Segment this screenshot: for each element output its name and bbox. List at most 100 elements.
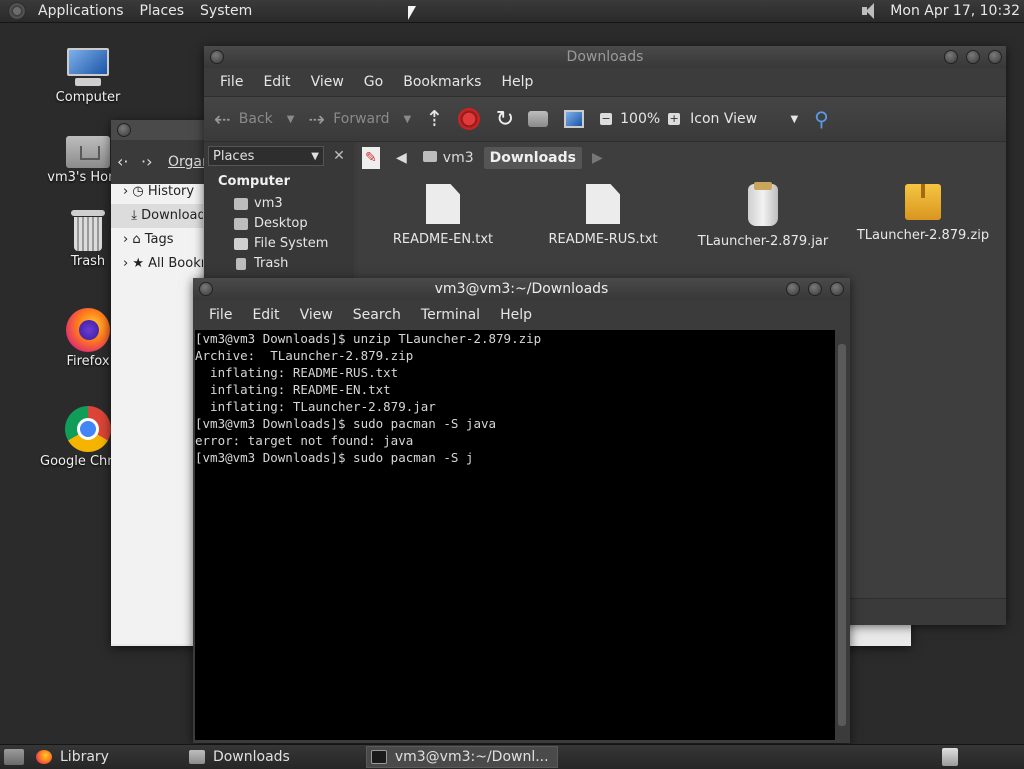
sidebar-item-file-system[interactable]: File System bbox=[234, 234, 328, 254]
up-button[interactable]: ⇡ bbox=[425, 107, 443, 132]
menu-view[interactable]: View bbox=[290, 307, 343, 323]
dropdown-arrow-icon[interactable]: ▼ bbox=[404, 114, 412, 125]
window-menu-icon[interactable] bbox=[210, 50, 224, 64]
folder-icon bbox=[188, 750, 205, 764]
terminal-scrollbar[interactable] bbox=[835, 330, 849, 740]
terminal-line: Archive: TLauncher-2.879.zip bbox=[195, 348, 414, 363]
chevron-right-icon[interactable]: › bbox=[123, 256, 128, 271]
desktop-folder-icon bbox=[234, 218, 248, 230]
places-menu[interactable]: Places bbox=[132, 0, 193, 22]
back-button[interactable]: ⇠ Back ▼ bbox=[214, 107, 294, 131]
path-bar: ✎ ◀ vm3 Downloads ▶ bbox=[362, 146, 613, 170]
terminal-titlebar[interactable]: vm3@vm3:~/Downloads bbox=[193, 278, 850, 300]
close-sidebar-icon[interactable]: ✕ bbox=[330, 146, 348, 166]
taskbar-item-downloads[interactable]: Downloads bbox=[185, 747, 298, 767]
file-item[interactable]: README-EN.txt bbox=[368, 184, 518, 247]
download-icon: ⤓ bbox=[131, 208, 138, 223]
terminal-line: inflating: TLauncher-2.879.jar bbox=[195, 399, 436, 414]
library-item-all-bookmarks[interactable]: › ★ All Bookmarks bbox=[111, 252, 203, 276]
minimize-icon[interactable] bbox=[786, 282, 800, 296]
sidebar-item-desktop[interactable]: Desktop bbox=[234, 214, 308, 234]
forward-arrow-icon: ⇢ bbox=[308, 107, 326, 131]
zoom-in-button[interactable]: + bbox=[668, 112, 681, 125]
forward-button[interactable]: ⇢ Forward ▼ bbox=[308, 107, 411, 131]
chevron-right-icon[interactable]: › bbox=[123, 184, 128, 199]
stop-icon[interactable] bbox=[457, 108, 480, 130]
workspace-switcher-icon[interactable] bbox=[942, 748, 958, 766]
chevron-right-icon[interactable]: › bbox=[123, 232, 128, 247]
zoom-out-icon: − bbox=[600, 112, 613, 125]
menu-help[interactable]: Help bbox=[490, 307, 542, 323]
sidebar-item-vm3[interactable]: vm3 bbox=[234, 194, 283, 214]
taskbar-item-label: Downloads bbox=[212, 749, 290, 765]
terminal-menubar: File Edit View Search Terminal Help bbox=[193, 300, 850, 330]
file-item[interactable]: TLauncher-2.879.zip bbox=[848, 184, 998, 243]
speaker-icon[interactable] bbox=[858, 2, 880, 20]
applications-menu[interactable]: Applications bbox=[30, 0, 132, 22]
close-icon[interactable] bbox=[988, 50, 1002, 64]
computer-icon[interactable] bbox=[564, 110, 585, 128]
menu-bookmarks[interactable]: Bookmarks bbox=[393, 74, 491, 90]
system-menu[interactable]: System bbox=[192, 0, 260, 22]
zoom-in-icon: + bbox=[668, 112, 681, 125]
search-button[interactable]: ⚲ bbox=[814, 107, 829, 131]
show-desktop-icon[interactable] bbox=[4, 749, 24, 765]
file-manager-toolbar: ⇠ Back ▼ ⇢ Forward ▼ ⇡ ↻ − 100% + Icon V… bbox=[204, 96, 1006, 142]
path-segment-downloads[interactable]: Downloads bbox=[483, 147, 582, 169]
terminal-output[interactable]: [vm3@vm3 Downloads]$ unzip TLauncher-2.8… bbox=[195, 330, 835, 740]
scrollbar-thumb[interactable] bbox=[838, 344, 846, 726]
maximize-icon[interactable] bbox=[808, 282, 822, 296]
window-menu-icon[interactable] bbox=[199, 282, 213, 296]
back-label: Back bbox=[238, 111, 273, 127]
terminal-prompt-line[interactable]: [vm3@vm3 Downloads]$ sudo pacman -S j bbox=[195, 449, 835, 466]
window-menu-icon[interactable] bbox=[117, 123, 131, 137]
trash-icon bbox=[236, 258, 246, 270]
forward-arrow-icon[interactable]: ·› bbox=[141, 152, 152, 171]
library-item-history[interactable]: › ◷ History bbox=[111, 180, 203, 204]
zoom-out-button[interactable]: − bbox=[600, 112, 613, 125]
menu-go[interactable]: Go bbox=[354, 74, 393, 90]
sidebar-item-trash[interactable]: Trash bbox=[234, 254, 288, 274]
desktop-icon-computer[interactable]: Computer bbox=[40, 48, 136, 105]
window-title: vm3@vm3:~/Downloads bbox=[434, 281, 609, 297]
library-sidebar: › ◷ History ⤓ Downloads › ⌂ Tags › ★ All… bbox=[111, 184, 203, 644]
home-folder-icon bbox=[234, 198, 248, 210]
reload-button[interactable]: ↻ bbox=[496, 107, 514, 132]
terminal-window: vm3@vm3:~/Downloads File Edit View Searc… bbox=[193, 278, 850, 743]
file-manager-titlebar[interactable]: Downloads bbox=[204, 46, 1006, 68]
terminal-icon bbox=[370, 750, 387, 764]
menu-help[interactable]: Help bbox=[491, 74, 543, 90]
jar-file-icon bbox=[748, 182, 778, 226]
library-item-downloads[interactable]: ⤓ Downloads bbox=[111, 204, 203, 228]
menu-terminal[interactable]: Terminal bbox=[411, 307, 490, 323]
close-icon[interactable] bbox=[830, 282, 844, 296]
menu-file[interactable]: File bbox=[199, 307, 242, 323]
view-mode-select[interactable]: Icon View ▼ bbox=[690, 111, 798, 127]
menu-view[interactable]: View bbox=[301, 74, 354, 90]
distro-logo-icon[interactable] bbox=[8, 2, 26, 20]
zoom-level: 100% bbox=[620, 111, 661, 127]
file-item[interactable]: TLauncher-2.879.jar bbox=[688, 182, 838, 249]
dropdown-arrow-icon[interactable]: ▼ bbox=[287, 114, 295, 125]
library-item-tags[interactable]: › ⌂ Tags bbox=[111, 228, 203, 252]
tag-icon: ⌂ bbox=[132, 232, 141, 247]
menu-edit[interactable]: Edit bbox=[242, 307, 289, 323]
menu-file[interactable]: File bbox=[210, 74, 253, 90]
taskbar-item-terminal[interactable]: vm3@vm3:~/Downl... bbox=[365, 746, 558, 768]
menu-edit[interactable]: Edit bbox=[253, 74, 300, 90]
file-item[interactable]: README-RUS.txt bbox=[528, 184, 678, 247]
back-arrow-icon[interactable]: ‹· bbox=[117, 152, 128, 171]
minimize-icon[interactable] bbox=[944, 50, 958, 64]
path-segment-vm3[interactable]: vm3 bbox=[417, 147, 480, 169]
home-icon[interactable] bbox=[528, 111, 549, 127]
mouse-cursor-icon bbox=[408, 6, 416, 20]
maximize-icon[interactable] bbox=[966, 50, 980, 64]
edit-location-icon[interactable]: ✎ bbox=[362, 147, 380, 169]
menu-search[interactable]: Search bbox=[343, 307, 411, 323]
drive-icon bbox=[234, 238, 248, 250]
taskbar-item-library[interactable]: Library bbox=[32, 747, 117, 767]
clock[interactable]: Mon Apr 17, 10:32 bbox=[890, 3, 1020, 19]
path-left-arrow-icon[interactable]: ◀ bbox=[390, 147, 413, 169]
path-right-arrow-icon[interactable]: ▶ bbox=[586, 147, 609, 169]
places-selector[interactable]: Places ▼ bbox=[208, 146, 324, 166]
